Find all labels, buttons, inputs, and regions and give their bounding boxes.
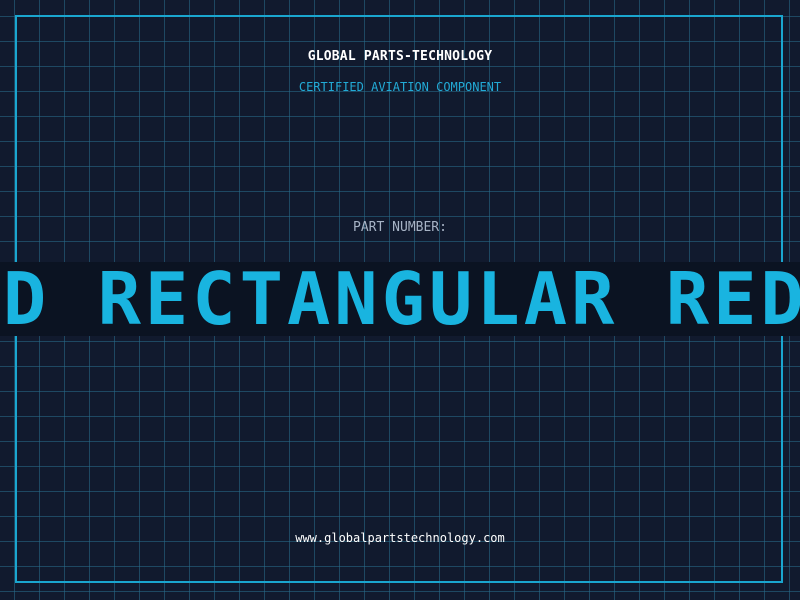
part-number-label: PART NUMBER: [353,220,447,235]
part-number-band: RECTANGULAR RED RECTANGULAR RED [0,262,800,336]
website-url: www.globalpartstechnology.com [295,531,505,545]
certification-tagline: CERTIFIED AVIATION COMPONENT [298,80,502,94]
part-number-value: RECTANGULAR RED RECTANGULAR RED [0,262,800,336]
company-name: GLOBAL PARTS-TECHNOLOGY [307,49,493,64]
certificate-card: GLOBAL PARTS-TECHNOLOGY CERTIFIED AVIATI… [0,0,800,600]
